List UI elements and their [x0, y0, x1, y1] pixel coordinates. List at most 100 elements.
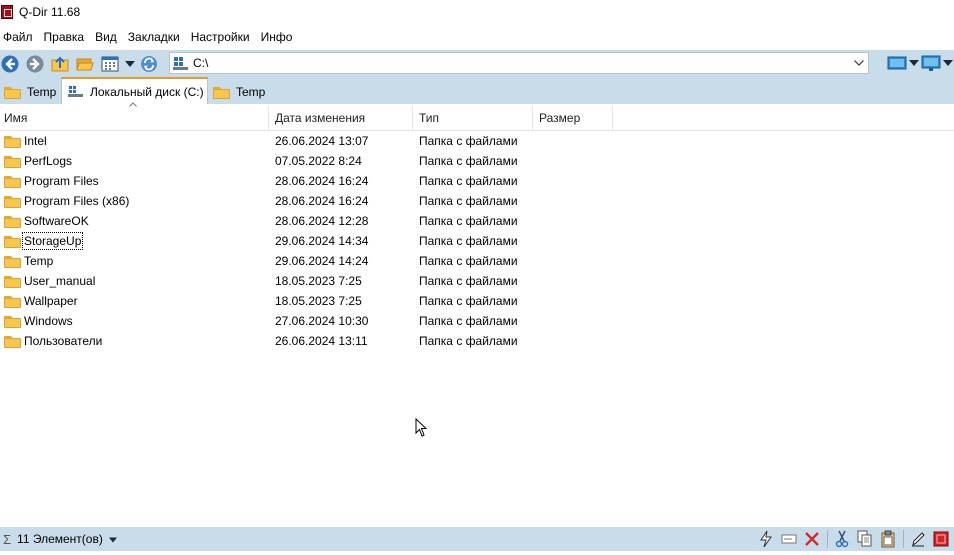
window-title: Q-Dir 11.68 — [19, 5, 81, 19]
item-name: User_manual — [24, 274, 96, 288]
paste-icon — [881, 530, 895, 548]
menu-settings[interactable]: Настройки — [187, 27, 257, 47]
item-type: Папка с файлами — [419, 214, 518, 228]
list-item[interactable]: Temp 29.06.2024 14:24 Папка с файлами — [0, 251, 614, 271]
properties-button[interactable] — [932, 530, 950, 548]
back-arrow-icon — [1, 55, 19, 72]
folder-open-icon — [76, 58, 94, 70]
list-item[interactable]: SoftwareOK 28.06.2024 12:28 Папка с файл… — [0, 211, 614, 231]
item-date: 28.06.2024 16:24 — [275, 174, 369, 188]
column-header-name[interactable]: Имя — [0, 106, 269, 131]
item-date: 18.05.2023 7:25 — [275, 274, 362, 288]
address-path: C:\ — [193, 56, 209, 70]
menu-file[interactable]: Файл — [0, 27, 40, 47]
tab-label: Temp — [236, 85, 266, 99]
item-date: 28.06.2024 16:24 — [275, 194, 369, 208]
list-item[interactable]: User_manual 18.05.2023 7:25 Папка с файл… — [0, 271, 614, 291]
refresh-icon — [141, 55, 157, 72]
forward-button[interactable] — [25, 54, 45, 74]
properties-icon — [933, 531, 949, 547]
paste-button[interactable] — [879, 530, 897, 548]
status-dropdown[interactable] — [108, 532, 117, 546]
sigma-icon: Σ — [3, 531, 12, 547]
edit-button[interactable] — [909, 530, 927, 548]
item-date: 28.06.2024 12:28 — [275, 214, 369, 228]
column-header-date[interactable]: Дата изменения — [269, 106, 413, 131]
item-name: Program Files (x86) — [24, 194, 130, 208]
display-icon — [921, 55, 941, 71]
item-name: SoftwareOK — [24, 214, 89, 228]
list-header: Имя Дата изменения Тип Размер — [0, 102, 954, 131]
separator — [903, 530, 904, 548]
display-button[interactable] — [921, 53, 941, 73]
menu-bookmarks[interactable]: Закладки — [124, 27, 187, 47]
cut-button[interactable] — [833, 530, 851, 548]
menu-view[interactable]: Вид — [91, 27, 124, 47]
copy-button[interactable] — [856, 530, 874, 548]
address-dropdown[interactable] — [853, 56, 865, 70]
back-button[interactable] — [0, 54, 20, 74]
tab-label: Temp — [27, 85, 57, 99]
view-mode-dropdown[interactable] — [125, 54, 135, 74]
pane-layout-dropdown[interactable] — [909, 53, 919, 73]
refresh-button[interactable] — [139, 54, 159, 74]
item-type: Папка с файлами — [419, 234, 518, 248]
chevron-down-icon — [943, 60, 953, 66]
item-date: 18.05.2023 7:25 — [275, 294, 362, 308]
folder-icon — [4, 235, 21, 248]
item-type: Папка с файлами — [419, 294, 518, 308]
folder-icon — [4, 215, 21, 228]
app-icon — [1, 5, 13, 19]
tab-temp-left[interactable]: Temp — [4, 80, 56, 104]
folder-icon — [4, 135, 21, 148]
title-bar: Q-Dir 11.68 — [0, 0, 954, 24]
list-item-focused[interactable]: StorageUp 29.06.2024 14:34 Папка с файла… — [0, 231, 614, 251]
pencil-icon — [912, 532, 925, 547]
list-item[interactable]: Intel 26.06.2024 13:07 Папка с файлами — [0, 131, 614, 151]
list-item[interactable]: Пользователи 26.06.2024 13:11 Папка с фа… — [0, 331, 614, 351]
rename-button[interactable] — [780, 530, 798, 548]
menu-edit[interactable]: Правка — [40, 27, 92, 47]
lightning-icon — [760, 530, 772, 548]
folder-icon — [213, 86, 230, 99]
item-type: Папка с файлами — [419, 194, 518, 208]
menu-info[interactable]: Инфо — [257, 27, 300, 47]
tab-strip: Temp Локальный диск (C:) Temp — [0, 77, 954, 104]
item-name: StorageUp — [21, 232, 84, 250]
rename-icon — [781, 534, 797, 544]
item-name: Wallpaper — [24, 294, 78, 308]
item-type: Папка с файлами — [419, 134, 518, 148]
list-item[interactable]: Wallpaper 18.05.2023 7:25 Папка с файлам… — [0, 291, 614, 311]
item-name: Intel — [24, 134, 47, 148]
folder-up-icon — [51, 56, 69, 71]
copy-icon — [857, 530, 872, 547]
item-count: 11 Элемент(ов) — [17, 532, 103, 546]
status-tools — [752, 530, 950, 548]
item-type: Папка с файлами — [419, 274, 518, 288]
address-bar[interactable]: C:\ — [169, 52, 869, 74]
display-dropdown[interactable] — [943, 53, 953, 73]
up-folder-button[interactable] — [50, 54, 70, 74]
list-item[interactable]: PerfLogs 07.05.2022 8:24 Папка с файлами — [0, 151, 614, 171]
item-date: 07.05.2022 8:24 — [275, 154, 362, 168]
pane-layout-button[interactable] — [887, 53, 907, 73]
folder-icon — [4, 255, 21, 268]
folder-icon — [4, 195, 21, 208]
status-bar: Σ 11 Элемент(ов) — [0, 527, 954, 551]
view-mode-button[interactable] — [100, 54, 120, 74]
list-item[interactable]: Program Files (x86) 28.06.2024 16:24 Пап… — [0, 191, 614, 211]
open-folder-button[interactable] — [75, 54, 95, 74]
tab-temp-right[interactable]: Temp — [213, 80, 265, 104]
chevron-down-icon — [125, 60, 135, 67]
list-item[interactable]: Program Files 28.06.2024 16:24 Папка с ф… — [0, 171, 614, 191]
monitor-icon — [887, 56, 907, 70]
quick-action-button[interactable] — [757, 530, 775, 548]
delete-button[interactable] — [803, 530, 821, 548]
tab-local-disk[interactable]: Локальный диск (C:) — [61, 77, 208, 104]
item-type: Папка с файлами — [419, 314, 518, 328]
column-header-type[interactable]: Тип — [413, 106, 533, 131]
toolbar: C:\ — [0, 50, 954, 77]
list-item[interactable]: Windows 27.06.2024 10:30 Папка с файлами — [0, 311, 614, 331]
column-header-size[interactable]: Размер — [533, 106, 613, 131]
item-date: 26.06.2024 13:07 — [275, 134, 369, 148]
